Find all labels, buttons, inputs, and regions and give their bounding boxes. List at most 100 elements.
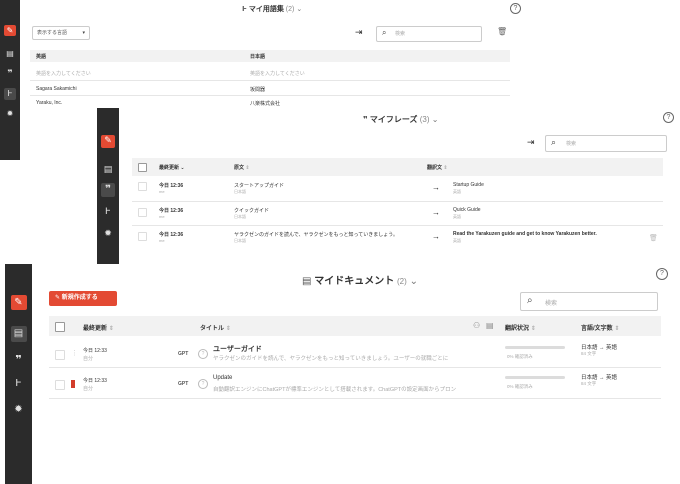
row-user: me [159,189,165,194]
column-header-updated[interactable]: 最終更新 ⇕ [83,323,114,332]
row-char-count: 84 文字 [581,351,597,356]
sort-icon: ⇕ [530,326,536,332]
page-title: ▤ マイドキュメント (2) ⌄ [302,276,418,287]
import-icon[interactable]: ⇥ [355,27,363,38]
chevron-down-icon[interactable]: ⌄ [410,276,418,287]
quote-icon[interactable]: ❞ [12,354,26,365]
info-icon[interactable]: ? [198,349,208,359]
row-checkbox[interactable] [138,208,147,217]
info-icon[interactable]: ? [198,379,208,389]
search-input[interactable]: ⌕ 検索 [376,26,482,42]
row-target-lang: 英語 [453,214,461,219]
arrow-right-icon: → [432,232,440,241]
glossary-table-header [30,50,510,62]
row-checkbox[interactable] [138,182,147,191]
divider [30,95,510,96]
column-header-language[interactable]: 言語/文字数 ⇕ [581,323,619,332]
row-title[interactable]: Update [213,375,232,381]
table-row-source: Yaraku, Inc. [36,100,63,106]
glossary-icon: Ͱ [242,6,249,13]
glossary-icon[interactable]: Ͱ [102,208,114,217]
import-icon[interactable]: ⇥ [527,137,535,148]
language-filter-select[interactable]: 表示する言語 ▾ [32,26,90,40]
sort-down-icon: ⌄ [180,165,185,171]
divider [49,398,661,399]
trash-icon[interactable]: 🗑 [497,27,507,36]
engine-badge: GPT [178,351,189,357]
search-icon: ⌕ [551,137,557,147]
document-icon[interactable]: ▤ [10,326,27,342]
row-source: スタートアップガイド [234,183,285,189]
row-snippet: 自動翻訳エンジンにChatGPTが標準エンジンとして搭載されます。ChatGPT… [213,387,457,393]
row-updated: 今日 12:33 [83,348,107,354]
caret-down-icon: ▾ [82,30,85,36]
row-checkbox[interactable] [55,350,65,360]
select-all-checkbox[interactable] [55,322,65,332]
quote-icon[interactable]: ❞ [101,183,115,197]
table-row-target: 八楽株式会社 [250,101,281,107]
documents-panel: ✎ ▤ ❞ Ͱ ✹ ▤ マイドキュメント (2) ⌄ ? ✎ 新規作成する ⌕ … [5,264,680,484]
row-source: ヤラクゼンのガイドを読んで、ヤラクゼンをもっと知っていきましょう。 [234,232,399,238]
help-icon[interactable]: ? [510,3,521,14]
chevron-down-icon[interactable]: ⌄ [296,6,302,13]
column-header-target[interactable]: 翻訳文 ⇕ [427,164,448,171]
search-input[interactable]: ⌕ 検索 [545,135,667,152]
sort-icon: ⇕ [245,165,250,171]
row-checkbox[interactable] [138,232,147,241]
documents-sidebar: ✎ ▤ ❞ Ͱ ✹ [5,264,32,484]
row-user: 自分 [83,386,94,392]
gear-icon[interactable]: ✹ [102,230,114,239]
pencil-icon: ✎ [55,295,62,301]
column-header-title[interactable]: タイトル ⇕ [200,323,231,332]
help-icon[interactable]: ? [663,112,674,123]
column-header-target: 日本語 [250,54,266,60]
pencil-icon[interactable]: ✎ [101,135,115,148]
quote-icon[interactable]: ❞ [4,70,16,79]
glossary-icon[interactable]: Ͱ [4,88,16,100]
document-icon[interactable]: ▤ [486,321,494,330]
row-updated: 今日 12:33 [83,378,107,384]
search-input[interactable]: ⌕ 検索 [520,292,658,311]
row-user: 自分 [83,356,94,362]
documents-table-header [49,316,661,336]
gear-icon[interactable]: ✹ [4,110,16,118]
progress-bar [505,346,565,349]
glossary-icon[interactable]: Ͱ [12,379,26,389]
gear-icon[interactable]: ✹ [12,405,26,415]
chevron-down-icon[interactable]: ⌄ [432,115,439,124]
target-term-input[interactable]: 英語を入力してください [250,70,305,77]
column-header-status[interactable]: 翻訳状況 ⇕ [505,323,536,332]
row-source: クイックガイド [234,208,270,214]
bookmark-icon[interactable] [71,380,75,388]
source-term-input[interactable]: 英語を入力してください [36,70,91,77]
pencil-icon[interactable]: ✎ [4,25,16,36]
new-document-button[interactable]: ✎ 新規作成する [49,291,117,306]
row-checkbox[interactable] [55,380,65,390]
select-all-checkbox[interactable] [138,163,147,172]
row-char-count: 84 文字 [581,381,597,386]
people-icon[interactable]: ⚇ [473,321,480,330]
drag-handle-icon[interactable]: ⋮ [71,349,78,357]
trash-icon[interactable]: 🗑 [649,234,658,242]
pencil-icon[interactable]: ✎ [10,295,27,310]
row-source-lang: 日本語 [234,214,246,219]
search-icon: ⌕ [527,295,533,306]
arrow-right-icon: → [432,183,440,192]
help-icon[interactable]: ? [656,268,668,280]
column-header-source[interactable]: 原文 ⇕ [234,164,250,171]
row-target: Quick Guide [453,207,481,213]
row-user: me [159,214,165,219]
row-updated: 今日 12:36 [159,232,184,238]
progress-label: 0% 確認済み [507,384,533,389]
sort-icon: ⇕ [443,165,448,171]
phrases-panel: ✎ ▤ ❞ Ͱ ✹ ❞ マイフレーズ (3) ⌄ ? ⇥ ⌕ 検索 最終更新 ⌄… [97,108,680,266]
divider [49,367,661,368]
document-icon[interactable]: ▤ [4,50,16,58]
row-target: Startup Guide [453,182,484,188]
row-source-lang: 日本語 [234,189,246,194]
document-icon[interactable]: ▤ [102,166,114,175]
row-title[interactable]: ユーザーガイド [213,344,262,354]
column-header-updated[interactable]: 最終更新 ⌄ [159,164,185,171]
row-snippet: ヤラクゼンのガイドを読んで、ヤラクゼンをもっと知っていきましょう。ユーザーの就職… [213,356,449,362]
page-title: Ͱ マイ用語集 (2) ⌄ [242,6,303,13]
